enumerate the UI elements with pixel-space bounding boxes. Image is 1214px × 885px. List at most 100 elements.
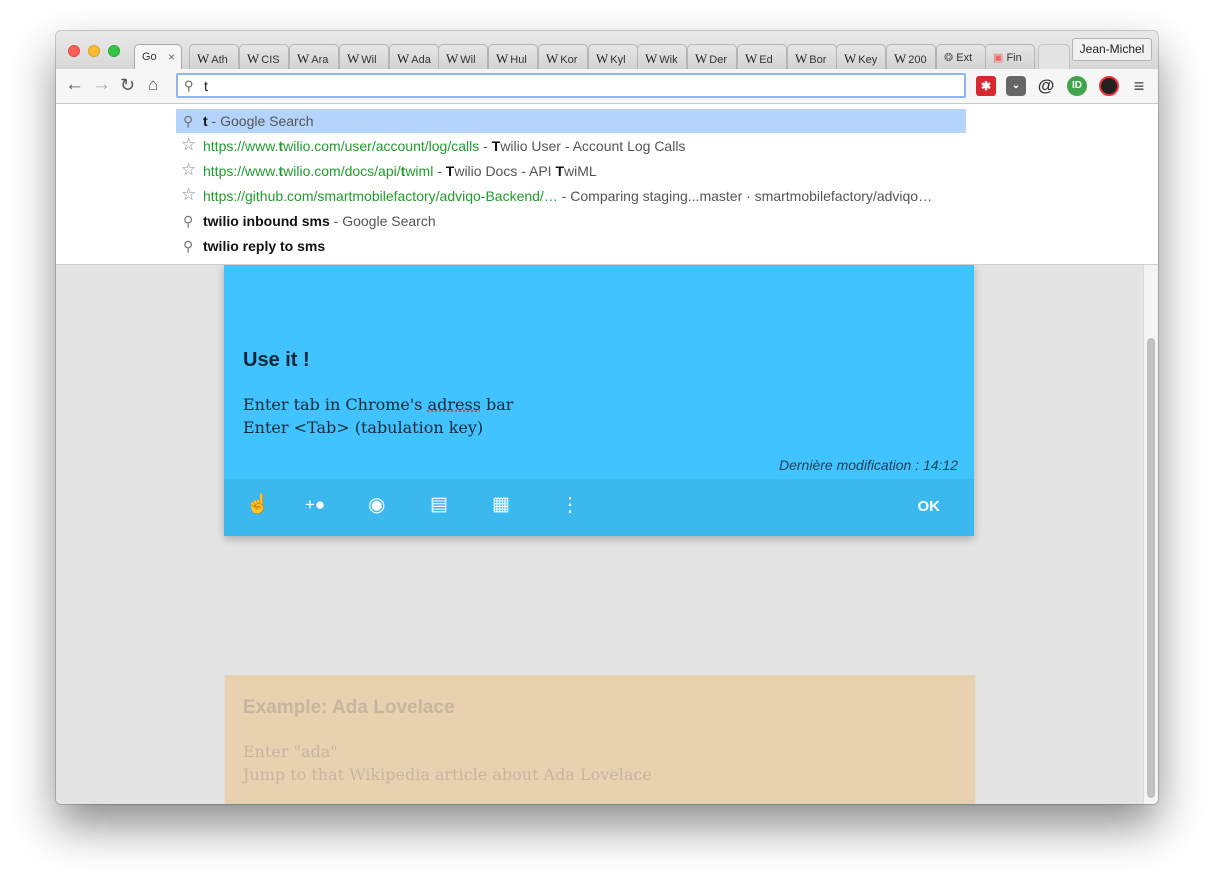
colorpicker-icon[interactable] <box>1099 76 1119 96</box>
browser-tab[interactable]: W Wil <box>339 44 389 69</box>
wikipedia-icon: W <box>745 51 758 66</box>
pocket-icon[interactable]: ⌄ <box>1006 76 1026 96</box>
suggestion-text: https://github.com/smartmobilefactory/ad… <box>203 188 558 204</box>
browser-tab[interactable]: ❂ Ext <box>936 44 986 69</box>
wikipedia-icon: W <box>197 51 210 66</box>
tab-label: Bor <box>809 54 827 66</box>
tab-strip: Go × W Ath W CIS W Ara W Wil W Ada W Wil W Hul W Kor W Kyl W… <box>56 31 1158 69</box>
tab-label: CIS <box>261 54 280 66</box>
browser-tab[interactable]: W Key <box>836 44 886 69</box>
wikipedia-icon: W <box>546 51 559 66</box>
address-bar[interactable]: ⚲ t <box>176 73 966 98</box>
browser-tab[interactable]: W Hul <box>488 44 538 69</box>
forward-button[interactable]: → <box>92 75 111 95</box>
tab-label: Der <box>709 54 728 66</box>
search-icon: ⚲ <box>183 213 194 229</box>
browser-tab[interactable]: W Ed <box>737 44 787 69</box>
suggestion-item[interactable]: ⚲ twilio inbound sms - Google Search <box>176 209 966 233</box>
suggestion-text: - Google Search <box>207 113 314 129</box>
browser-tab[interactable]: W Wil <box>438 44 488 69</box>
search-icon: ⚲ <box>183 113 194 129</box>
browser-tab[interactable]: W 200 <box>886 44 936 69</box>
suggestion-text: https://www. <box>203 163 279 179</box>
suggestion-item[interactable]: ⚲ twilio reply to sms <box>176 234 966 258</box>
browser-tab[interactable]: W Kor <box>538 44 588 69</box>
note-card-use-it[interactable]: Use it ! Enter tab in Chrome's adress ba… <box>224 264 974 536</box>
browser-tab[interactable]: ▣ Fin <box>985 44 1035 69</box>
profile-button[interactable]: Jean-Michel <box>1072 38 1152 61</box>
suggestion-text: - <box>479 138 492 154</box>
new-tab-button[interactable] <box>1038 44 1070 69</box>
suggestion-item[interactable]: ☆ https://github.com/smartmobilefactory/a… <box>176 184 966 208</box>
menu-icon[interactable]: ≡ <box>1129 76 1149 96</box>
scrollbar-thumb[interactable] <box>1147 338 1155 798</box>
star-icon: ☆ <box>181 160 197 179</box>
tab-label: Kyl <box>610 54 626 66</box>
suggestion-text: wilio User - Account Log Calls <box>500 138 686 154</box>
note-line-1: Enter "ada" <box>243 742 338 761</box>
maximize-window-button[interactable] <box>108 45 120 57</box>
wikipedia-icon: W <box>347 51 360 66</box>
note-line-2: Jump to that Wikipedia article about Ada… <box>243 765 652 784</box>
last-modified: Dernière modification : 14:12 <box>779 457 958 473</box>
home-button[interactable]: ⌂ <box>148 75 158 95</box>
tab-label: Go <box>142 51 157 63</box>
tab-label: Kor <box>560 54 578 66</box>
wikipedia-icon: W <box>397 51 410 66</box>
suggestion-text: wilio.com/docs/api/ <box>283 163 401 179</box>
omnibox-suggestions: ⚲ t - Google Search ☆ https://www.twilio.co… <box>56 104 1158 264</box>
suggestion-text: twilio reply to sms <box>203 238 326 254</box>
close-tab-icon[interactable]: × <box>168 50 175 64</box>
archive-icon[interactable]: ▦ <box>492 493 510 517</box>
browser-tab[interactable]: W Ada <box>389 44 439 69</box>
back-button[interactable]: ← <box>65 75 84 95</box>
reload-button[interactable]: ↻ <box>120 75 135 95</box>
idbooster-icon[interactable]: ID <box>1067 76 1087 96</box>
wikipedia-icon: W <box>695 51 708 66</box>
tab-label: Fin <box>1006 52 1022 64</box>
suggestion-text: twilio inbound sms <box>203 213 330 229</box>
minimize-window-button[interactable] <box>88 45 100 57</box>
browser-tab[interactable]: W Wik <box>637 44 687 69</box>
browser-tab[interactable]: W Kyl <box>588 44 638 69</box>
suggestion-text: wilio.com/user/account/log/calls <box>283 138 480 154</box>
browser-tab[interactable]: Go × <box>134 44 182 69</box>
browser-tab[interactable]: W Ara <box>289 44 339 69</box>
suggestion-text: - <box>433 163 446 179</box>
suggestion-text: wilio Docs - API <box>454 163 556 179</box>
palette-icon[interactable]: ◉ <box>368 493 385 517</box>
note-line-1b: bar <box>480 395 514 414</box>
remind-me-icon[interactable]: ☝ <box>246 493 270 517</box>
suggestion-text: T <box>491 138 501 154</box>
browser-tab[interactable]: W Der <box>687 44 737 69</box>
star-icon: ☆ <box>181 185 197 204</box>
close-window-button[interactable] <box>68 45 80 57</box>
more-icon[interactable]: ⋮ <box>560 493 580 517</box>
wikipedia-icon: W <box>496 51 509 66</box>
browser-tab[interactable]: W Ath <box>189 44 239 69</box>
browser-tab[interactable]: W CIS <box>239 44 289 69</box>
lastpass-icon[interactable]: ✱ <box>976 76 996 96</box>
note-toolbar: ☝ +● ◉ ▤ ▦ ⋮ OK <box>224 479 974 536</box>
image-icon[interactable]: ▤ <box>430 493 448 517</box>
address-bar-input[interactable]: t <box>204 78 208 94</box>
wikipedia-icon: W <box>247 51 260 66</box>
finder-icon: ▣ <box>993 52 1007 64</box>
tab-label: Wil <box>361 54 377 66</box>
collaborator-icon[interactable]: +● <box>305 493 325 517</box>
search-icon: ⚲ <box>183 238 194 254</box>
note-card-ada[interactable]: Example: Ada Lovelace Enter "ada" Jump t… <box>225 675 975 804</box>
suggestion-item[interactable]: ☆ https://www.twilio.com/user/account/log… <box>176 134 966 158</box>
suggestion-item[interactable]: ⚲ t - Google Search <box>176 109 966 133</box>
at-icon[interactable]: @ <box>1036 76 1056 96</box>
search-icon: ⚲ <box>184 78 194 93</box>
tab-label: 200 <box>908 54 927 66</box>
browser-tab[interactable]: W Bor <box>787 44 837 69</box>
note-body[interactable]: Enter tab in Chrome's adress bar Enter <… <box>243 393 513 439</box>
tab-label: Ara <box>311 54 329 66</box>
suggestion-text: - Comparing staging...master · smartmobi… <box>557 188 933 204</box>
wikipedia-icon: W <box>297 51 310 66</box>
suggestion-item[interactable]: ☆ https://www.twilio.com/docs/api/twiml -… <box>176 159 966 183</box>
ok-button[interactable]: OK <box>918 498 941 515</box>
suggestion-text: T <box>555 163 565 179</box>
